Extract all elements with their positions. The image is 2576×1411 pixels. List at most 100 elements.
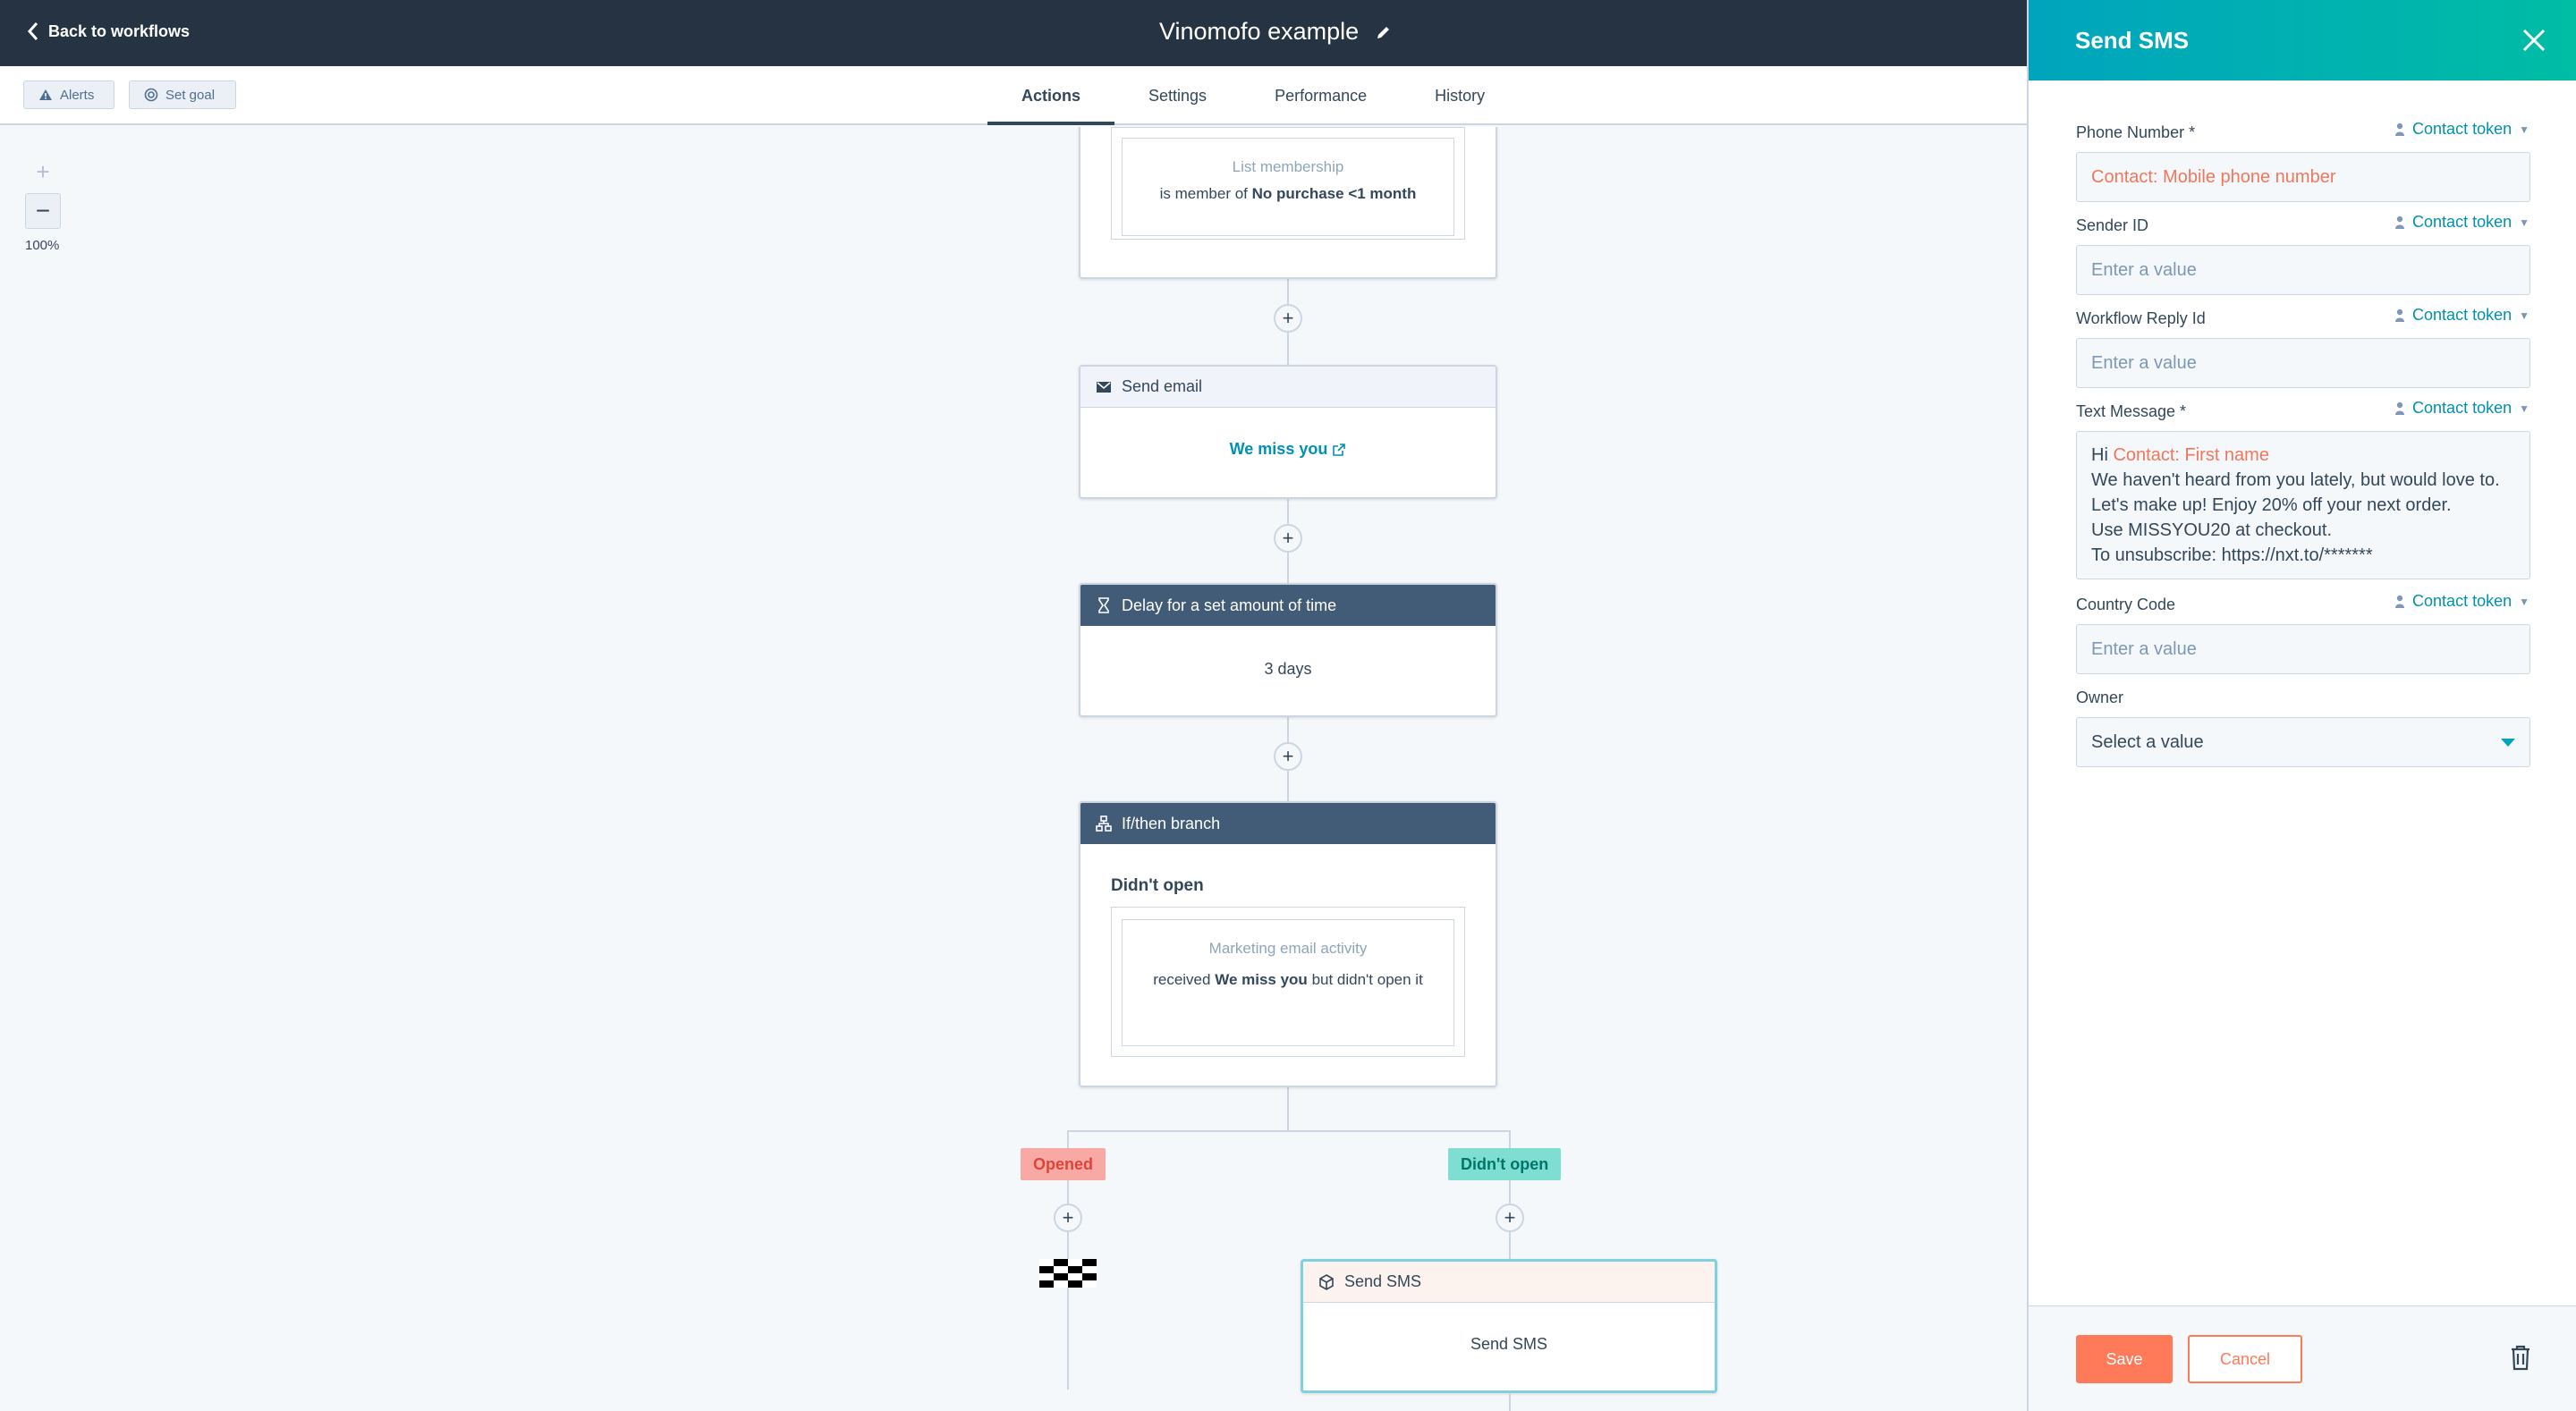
external-link-icon[interactable] xyxy=(1332,443,1346,457)
phone-contact-token[interactable]: Contact token ▼ xyxy=(2394,120,2529,139)
warning-icon xyxy=(39,89,52,100)
message-contact-token[interactable]: Contact token ▼ xyxy=(2394,399,2529,418)
add-action-button[interactable]: + xyxy=(1274,304,1302,333)
end-flag-icon xyxy=(1039,1259,1097,1288)
zoom-out-button[interactable]: − xyxy=(25,193,61,229)
send-sms-panel: Send SMS Phone Number * Contact token ▼ C… xyxy=(2027,0,2576,1411)
tab-settings[interactable]: Settings xyxy=(1114,66,1241,125)
message-greeting: Hi xyxy=(2091,445,2108,465)
workflow-reply-id-label: Workflow Reply Id xyxy=(2076,309,2206,327)
top-bar: Back to workflows Vinomofo example xyxy=(0,0,2027,66)
workflow-canvas[interactable]: + − 100% List membership is member of No… xyxy=(0,127,2027,1411)
cube-icon xyxy=(1319,1273,1334,1290)
sender-id-placeholder: Enter a value xyxy=(2091,259,2197,280)
close-icon[interactable] xyxy=(2519,25,2549,55)
branch-criteria-email: We miss you xyxy=(1215,971,1308,988)
phone-number-label: Phone Number * xyxy=(2076,123,2196,141)
add-action-button[interactable]: + xyxy=(1274,524,1302,553)
trash-icon[interactable] xyxy=(2510,1344,2531,1371)
country-code-field[interactable]: Enter a value xyxy=(2076,624,2530,674)
criteria-box: List membership is member of No purchase… xyxy=(1122,138,1454,236)
country-contact-token[interactable]: Contact token ▼ xyxy=(2394,592,2529,611)
branch-criteria-title: Marketing email activity xyxy=(1208,940,1368,957)
connector xyxy=(1287,1086,1289,1132)
alerts-button[interactable]: Alerts xyxy=(23,80,114,109)
if-then-branch-card[interactable]: If/then branch Didn't open Marketing ema… xyxy=(1079,801,1497,1087)
tab-bar: Actions Settings Performance History xyxy=(987,66,1519,125)
branch-tag-opened: Opened xyxy=(1021,1148,1106,1180)
sender-id-field[interactable]: Enter a value xyxy=(2076,245,2530,295)
tab-performance[interactable]: Performance xyxy=(1241,66,1401,125)
add-action-button[interactable]: + xyxy=(1496,1204,1524,1232)
sender-contact-token[interactable]: Contact token ▼ xyxy=(2394,213,2529,232)
email-link-row: We miss you xyxy=(1080,440,1496,459)
alerts-label: Alerts xyxy=(60,87,95,103)
save-button[interactable]: Save xyxy=(2076,1335,2173,1383)
zoom-in-button[interactable]: + xyxy=(27,156,59,188)
person-icon xyxy=(2395,308,2405,322)
send-sms-card[interactable]: Send SMS Send SMS xyxy=(1301,1259,1717,1393)
branch-header: If/then branch xyxy=(1080,803,1496,844)
list-membership-card[interactable]: List membership is member of No purchase… xyxy=(1079,127,1497,279)
panel-title: Send SMS xyxy=(2075,26,2190,54)
workflow-reply-id-placeholder: Enter a value xyxy=(2091,352,2197,373)
back-to-workflows-link[interactable]: Back to workflows xyxy=(27,21,190,41)
token-label: Contact token xyxy=(2412,306,2512,324)
text-message-label: Text Message * xyxy=(2076,402,2187,420)
branch-title: If/then branch xyxy=(1122,814,1221,832)
first-name-token[interactable]: Contact: First name xyxy=(2113,445,2269,465)
tab-history[interactable]: History xyxy=(1401,66,1519,125)
phone-number-value: Contact: Mobile phone number xyxy=(2091,166,2336,187)
owner-select[interactable]: Select a value xyxy=(2076,717,2530,767)
token-label: Contact token xyxy=(2412,399,2512,417)
criteria-title: List membership xyxy=(1232,158,1344,175)
send-email-title: Send email xyxy=(1122,377,1203,395)
criteria-prefix: is member of xyxy=(1159,185,1248,202)
target-icon xyxy=(144,88,158,102)
delay-card[interactable]: Delay for a set amount of time 3 days xyxy=(1079,583,1497,717)
criteria-list: No purchase <1 month xyxy=(1251,185,1417,202)
back-label: Back to workflows xyxy=(48,21,191,40)
set-goal-button[interactable]: Set goal xyxy=(129,80,236,109)
owner-placeholder: Select a value xyxy=(2091,731,2204,752)
text-message-field[interactable]: Hi Contact: First name We haven't heard … xyxy=(2076,431,2530,579)
email-link[interactable]: We miss you xyxy=(1230,440,1328,458)
cancel-button[interactable]: Cancel xyxy=(2188,1335,2302,1383)
token-label: Contact token xyxy=(2412,120,2512,138)
pencil-icon[interactable] xyxy=(1375,23,1393,41)
person-icon xyxy=(2395,401,2405,415)
send-email-card[interactable]: Send email We miss you xyxy=(1079,365,1497,499)
person-icon xyxy=(2395,123,2405,136)
workflow-reply-id-field[interactable]: Enter a value xyxy=(2076,338,2530,388)
add-action-button[interactable]: + xyxy=(1054,1204,1082,1232)
country-code-label: Country Code xyxy=(2076,596,2176,613)
message-line-3: To unsubscribe: https://nxt.to/******* xyxy=(2091,545,2373,565)
delay-value: 3 days xyxy=(1264,660,1312,678)
branch-criteria-prefix: received xyxy=(1153,971,1211,988)
message-greeting-line: Hi Contact: First name xyxy=(2091,443,2515,468)
branch-criteria-box: Marketing email activity received We mis… xyxy=(1122,919,1454,1046)
branch-criteria-text: received We miss you but didn't open it xyxy=(1123,967,1453,993)
delay-header: Delay for a set amount of time xyxy=(1080,585,1496,626)
message-line-2: Use MISSYOU20 at checkout. xyxy=(2091,520,2333,540)
add-action-button[interactable]: + xyxy=(1274,742,1302,771)
reply-contact-token[interactable]: Contact token ▼ xyxy=(2394,306,2529,325)
token-label: Contact token xyxy=(2412,592,2512,610)
hourglass-icon xyxy=(1098,597,1109,613)
chevron-left-icon xyxy=(27,22,38,40)
zoom-level: 100% xyxy=(25,238,60,253)
send-sms-header: Send SMS xyxy=(1303,1262,1715,1303)
caret-down-icon: ▼ xyxy=(2519,401,2529,415)
set-goal-label: Set goal xyxy=(165,87,216,103)
owner-label: Owner xyxy=(2076,689,2124,706)
phone-number-field[interactable]: Contact: Mobile phone number xyxy=(2076,152,2530,202)
send-sms-title: Send SMS xyxy=(1344,1272,1422,1290)
send-sms-body: Send SMS xyxy=(1470,1335,1548,1353)
tab-actions[interactable]: Actions xyxy=(987,66,1115,125)
connector xyxy=(1509,1393,1511,1411)
branch-name: Didn't open xyxy=(1111,876,1204,895)
caret-down-icon: ▼ xyxy=(2519,215,2529,229)
caret-down-icon: ▼ xyxy=(2519,308,2529,322)
workflow-title-text: Vinomofo example xyxy=(1159,18,1360,45)
sender-id-label: Sender ID xyxy=(2076,216,2149,234)
